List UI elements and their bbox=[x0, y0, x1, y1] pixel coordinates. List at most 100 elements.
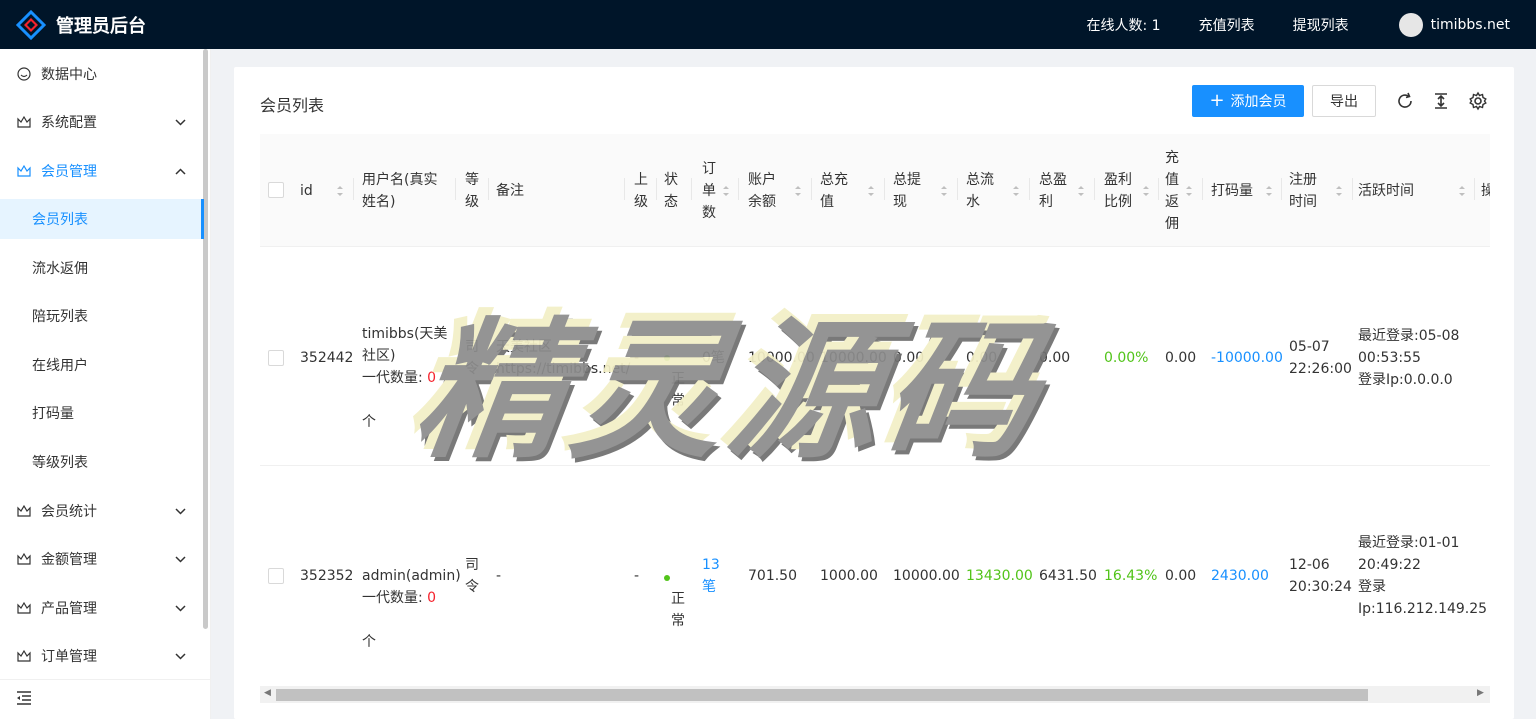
sidebar-subitem-member-list[interactable]: 会员列表 bbox=[0, 199, 204, 239]
column-header-profit-ratio[interactable]: 盈利 比例 bbox=[1104, 134, 1132, 247]
sort-icon[interactable] bbox=[336, 184, 344, 198]
sort-icon[interactable] bbox=[940, 184, 948, 198]
chevron-up-icon bbox=[175, 165, 186, 178]
column-label: id bbox=[300, 182, 313, 199]
cell-remark: - bbox=[496, 568, 502, 584]
sidebar-subitem-level-list[interactable]: 等级列表 bbox=[0, 442, 204, 482]
column-header-actions[interactable]: 操 bbox=[1481, 134, 1490, 247]
scrollbar-thumb[interactable] bbox=[276, 689, 1368, 701]
sidebar-item-label: 会员统计 bbox=[41, 504, 97, 520]
table-horizontal-scrollbar[interactable]: ◀ ▶ bbox=[260, 686, 1490, 703]
cell-code-amount[interactable]: 2430.00 bbox=[1211, 565, 1269, 587]
column-height-icon[interactable] bbox=[1431, 91, 1451, 111]
table-row[interactable]: 352352 admin(admin) 一代数量: 0 个 司 令 - - 正 … bbox=[260, 467, 1490, 687]
column-header-remark[interactable]: 备注 bbox=[496, 134, 524, 247]
sidebar-item-label: 产品管理 bbox=[41, 601, 97, 617]
user-menu[interactable]: timibbs.net bbox=[1398, 12, 1510, 37]
column-header-register-time[interactable]: 注册 时间 bbox=[1289, 134, 1317, 247]
column-header-orders[interactable]: 订 单 数 bbox=[702, 134, 716, 247]
sidebar-subitem-online-users[interactable]: 在线用户 bbox=[0, 345, 204, 385]
sort-icon[interactable] bbox=[1142, 184, 1150, 198]
sort-icon[interactable] bbox=[1012, 184, 1020, 198]
cell-active-time: 最近登录:05-08 00:53:55 登录Ip:0.0.0.0 bbox=[1358, 328, 1460, 388]
column-header-balance[interactable]: 账户 余额 bbox=[748, 134, 776, 247]
sidebar-item-order-management[interactable]: 订单管理 bbox=[0, 636, 204, 676]
status-text: 正 常 bbox=[671, 591, 685, 629]
column-label: 等 级 bbox=[465, 171, 479, 210]
sidebar-item-label: 系统配置 bbox=[41, 115, 97, 131]
add-member-button[interactable]: + 添加会员 bbox=[1192, 85, 1304, 117]
generation-count: 0 bbox=[427, 590, 437, 606]
sort-icon[interactable] bbox=[867, 184, 875, 198]
sidebar-item-member-stats[interactable]: 会员统计 bbox=[0, 491, 204, 531]
logo[interactable]: 管理员后台 bbox=[16, 9, 146, 40]
generation-count: 0 bbox=[427, 370, 437, 386]
scroll-left-icon[interactable]: ◀ bbox=[264, 688, 271, 698]
sort-icon[interactable] bbox=[1265, 184, 1273, 198]
cell-total-profit: 6431.50 bbox=[1039, 568, 1097, 584]
column-label: 账户 余额 bbox=[748, 171, 776, 210]
column-header-active-time[interactable]: 活跃时间 bbox=[1358, 134, 1414, 247]
cell-status: 正 常 bbox=[664, 544, 685, 654]
crown-icon bbox=[17, 164, 31, 178]
column-header-rebate[interactable]: 充 值 返 佣 bbox=[1165, 134, 1179, 247]
select-all-checkbox[interactable] bbox=[268, 182, 284, 198]
sidebar-subitem-companion-list[interactable]: 陪玩列表 bbox=[0, 296, 204, 336]
sort-icon[interactable] bbox=[1458, 184, 1466, 198]
member-table: id 用户名(真实 姓名) 等 级 备注 上 级 状 态 订 单 数 账户 余额… bbox=[260, 134, 1490, 704]
sidebar-item-data-center[interactable]: 数据中心 bbox=[0, 54, 204, 94]
column-header-code-amount[interactable]: 打码量 bbox=[1211, 134, 1253, 247]
column-header-username[interactable]: 用户名(真实 姓名) bbox=[362, 134, 437, 247]
column-header-total-recharge[interactable]: 总充 值 bbox=[820, 134, 848, 247]
recharge-list-link[interactable]: 充值列表 bbox=[1199, 15, 1255, 35]
table-row[interactable]: 352442 timibbs(天美 社区) 一代数量: 0 个 司 令 天美社区… bbox=[260, 248, 1490, 466]
cell-total-withdraw: 10000.00 bbox=[893, 568, 960, 584]
username-text: admin(admin) bbox=[362, 568, 461, 584]
sort-icon[interactable] bbox=[1077, 184, 1085, 198]
chevron-down-icon bbox=[175, 505, 186, 518]
sort-icon[interactable] bbox=[722, 184, 730, 198]
column-label: 总充 值 bbox=[820, 171, 848, 210]
row-checkbox[interactable] bbox=[268, 568, 284, 584]
column-header-total-profit[interactable]: 总盈 利 bbox=[1039, 134, 1067, 247]
column-header-parent[interactable]: 上 级 bbox=[634, 134, 648, 247]
sidebar-item-member-management[interactable]: 会员管理 bbox=[0, 151, 204, 191]
collapse-sidebar-button[interactable] bbox=[0, 679, 210, 719]
cell-total-flow: 0.00 bbox=[966, 350, 998, 366]
sort-icon[interactable] bbox=[794, 184, 802, 198]
generation-label: 一代数量: bbox=[362, 590, 428, 606]
column-header-total-flow[interactable]: 总流 水 bbox=[966, 134, 994, 247]
cell-profit-ratio: 0.00% bbox=[1104, 350, 1149, 366]
sidebar-item-amount-management[interactable]: 金额管理 bbox=[0, 539, 204, 579]
cell-orders[interactable]: 0笔 bbox=[702, 347, 725, 369]
column-separator bbox=[738, 178, 739, 200]
cell-total-profit: 0.00 bbox=[1039, 350, 1071, 366]
sidebar-item-system-config[interactable]: 系统配置 bbox=[0, 102, 204, 142]
column-label: 备注 bbox=[496, 182, 524, 199]
column-header-level[interactable]: 等 级 bbox=[465, 134, 479, 247]
sidebar-subitem-flow-rebate[interactable]: 流水返佣 bbox=[0, 248, 204, 288]
cell-code-amount[interactable]: -10000.00 bbox=[1211, 347, 1283, 369]
column-header-id[interactable]: id bbox=[300, 134, 313, 247]
sidebar-subitem-code-amount[interactable]: 打码量 bbox=[0, 393, 204, 433]
settings-icon[interactable] bbox=[1468, 91, 1488, 111]
column-header-status[interactable]: 状 态 bbox=[664, 134, 678, 247]
status-dot bbox=[664, 355, 670, 361]
chevron-down-icon bbox=[175, 116, 186, 129]
cell-orders[interactable]: 13 笔 bbox=[702, 554, 720, 598]
column-label: 总提 现 bbox=[893, 171, 921, 210]
member-list-card: 会员列表 + 添加会员 导出 id 用户名(真实 姓名) 等 级 备注 上 级 … bbox=[234, 67, 1514, 719]
column-separator bbox=[691, 178, 692, 200]
scroll-right-icon[interactable]: ▶ bbox=[1477, 688, 1484, 698]
reload-icon[interactable] bbox=[1395, 91, 1415, 111]
crown-icon bbox=[17, 601, 31, 615]
column-separator bbox=[884, 178, 885, 200]
sort-icon[interactable] bbox=[1185, 184, 1193, 198]
cell-register-time: 05-07 22:26:00 bbox=[1289, 339, 1352, 377]
column-header-total-withdraw[interactable]: 总提 现 bbox=[893, 134, 921, 247]
row-checkbox[interactable] bbox=[268, 350, 284, 366]
sort-icon[interactable] bbox=[1335, 184, 1343, 198]
withdraw-list-link[interactable]: 提现列表 bbox=[1293, 15, 1349, 35]
export-button[interactable]: 导出 bbox=[1312, 85, 1376, 117]
sidebar-item-product-management[interactable]: 产品管理 bbox=[0, 588, 204, 628]
